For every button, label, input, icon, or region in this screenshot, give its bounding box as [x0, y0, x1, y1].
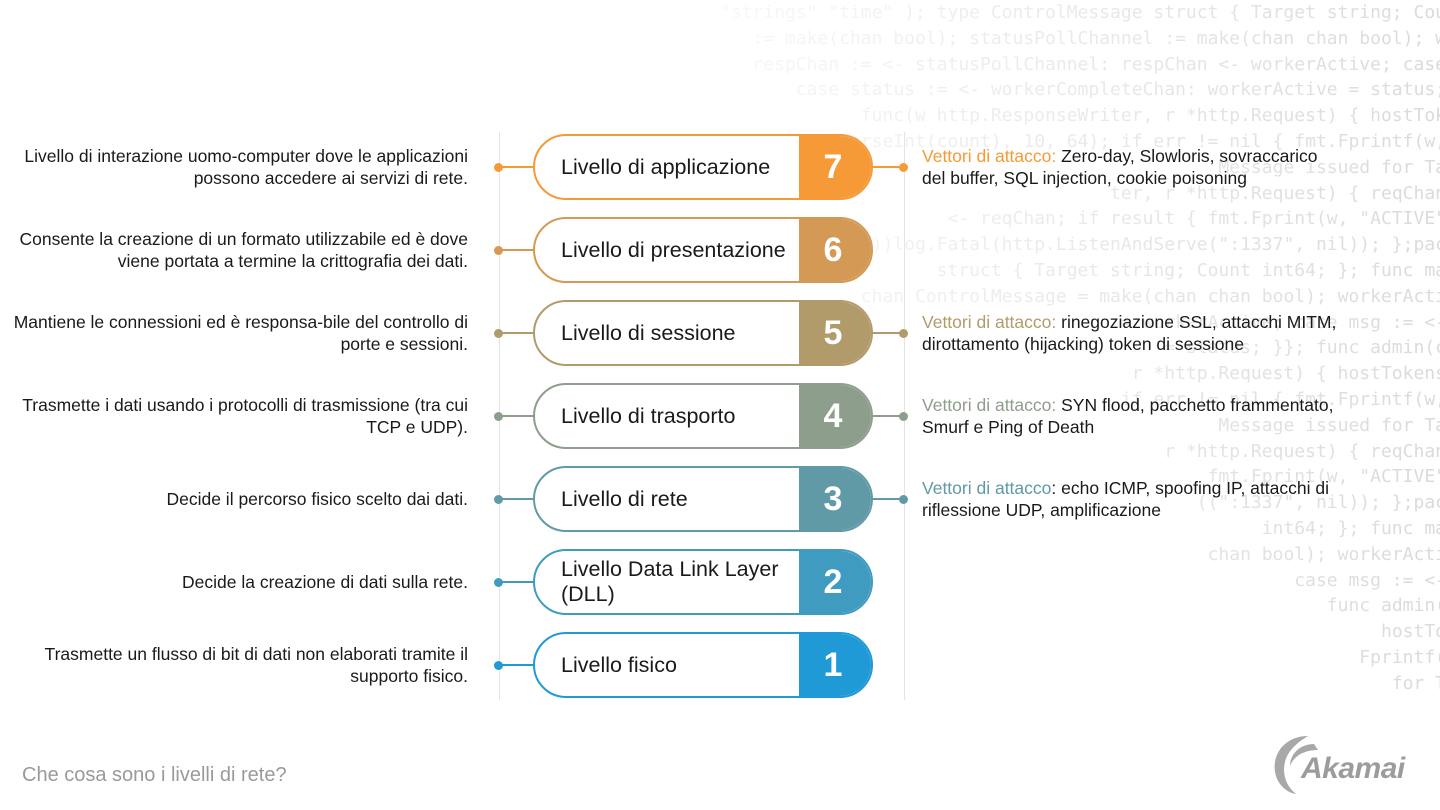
connector-line — [872, 415, 902, 417]
layer-name: Livello Data Link Layer (DLL) — [561, 557, 779, 606]
connector-dot-icon — [899, 328, 908, 338]
background-code-line: case status := <- workerCompleteChan: wo… — [719, 79, 1440, 101]
layer-pill[interactable]: Livello di rete 3 — [533, 466, 873, 532]
layer-name: Livello di applicazione — [561, 154, 771, 179]
layer-row-6: Consente la creazione di un formato util… — [0, 217, 1440, 283]
background-code-line: := make(chan bool); statusPollChannel :=… — [611, 27, 1440, 49]
layer-description: Livello di interazione uomo-computer dov… — [24, 146, 468, 188]
layer-row-5: Mantiene le connessioni ed è responsa-bi… — [0, 300, 1440, 366]
layer-number-badge: 2 — [799, 551, 871, 613]
connector-line — [872, 332, 902, 334]
layer-name: Livello di sessione — [561, 320, 736, 345]
connector-line — [499, 664, 535, 666]
layer-number-badge: 4 — [799, 385, 871, 447]
layer-row-3: Decide il percorso fisico scelto dai dat… — [0, 466, 1440, 532]
layer-name: Livello di trasporto — [561, 403, 736, 428]
layer-name: Livello di presentazione — [561, 237, 786, 262]
layer-pill[interactable]: Livello fisico 1 — [533, 632, 873, 698]
connector-dot-icon — [899, 162, 908, 172]
attack-vectors-label: Vettori di attacco: — [922, 395, 1057, 415]
layer-row-2: Decide la creazione di dati sulla rete. … — [0, 549, 1440, 615]
layer-pill[interactable]: Livello di applicazione 7 — [533, 134, 873, 200]
layer-description: Trasmette i dati usando i protocolli di … — [22, 395, 468, 437]
layer-number-badge: 7 — [799, 136, 871, 198]
connector-dot-icon — [899, 411, 908, 421]
akamai-logo-text: Akamai — [1301, 752, 1405, 785]
footer-title: Che cosa sono i livelli di rete? — [22, 764, 287, 786]
attack-vectors-label: Vettori di attacco: — [922, 146, 1057, 166]
connector-line — [499, 249, 535, 251]
attack-vectors: Vettori di attacco: SYN flood, pacchetto… — [922, 394, 1342, 438]
attack-vectors: Vettori di attacco: echo ICMP, spoofing … — [922, 477, 1342, 521]
connector-line — [499, 498, 535, 500]
akamai-logo: Akamai — [1268, 730, 1428, 796]
background-code-line: respChan := <- statusPollChannel: respCh… — [698, 53, 1440, 75]
layer-number-badge: 6 — [799, 219, 871, 281]
connector-line — [499, 332, 535, 334]
attack-vectors: Vettori di attacco: Zero-day, Slowloris,… — [922, 145, 1342, 189]
background-code-line: func(w http.ResponseWriter, r *http.Requ… — [806, 105, 1440, 127]
layer-pill[interactable]: Livello Data Link Layer (DLL) 2 — [533, 549, 873, 615]
layer-row-4: Trasmette i dati usando i protocolli di … — [0, 383, 1440, 449]
layer-row-1: Trasmette un flusso di bit di dati non e… — [0, 632, 1440, 698]
layer-description: Mantiene le connessioni ed è responsa-bi… — [13, 312, 468, 354]
attack-vectors: Vettori di attacco: rinegoziazione SSL, … — [922, 311, 1342, 355]
layer-number-badge: 5 — [799, 302, 871, 364]
layer-pill[interactable]: Livello di presentazione 6 — [533, 217, 873, 283]
connector-line — [499, 415, 535, 417]
attack-vectors-label: Vettori di attacco — [922, 478, 1052, 498]
layer-pill[interactable]: Livello di trasporto 4 — [533, 383, 873, 449]
connector-line — [872, 166, 902, 168]
layer-number-badge: 1 — [799, 634, 871, 696]
connector-dot-icon — [899, 494, 908, 504]
connector-line — [499, 166, 535, 168]
layer-number-badge: 3 — [799, 468, 871, 530]
layer-description: Trasmette un flusso di bit di dati non e… — [44, 644, 468, 686]
layer-name: Livello fisico — [561, 652, 677, 677]
background-code-line: "strings" "time" ); type ControlMessage … — [611, 2, 1440, 23]
connector-line — [499, 581, 535, 583]
layer-description: Consente la creazione di un formato util… — [19, 229, 468, 271]
layer-name: Livello di rete — [561, 486, 688, 511]
connector-line — [872, 498, 902, 500]
layer-description: Decide la creazione di dati sulla rete. — [182, 572, 468, 592]
attack-vectors-label: Vettori di attacco: — [922, 312, 1057, 332]
layer-pill[interactable]: Livello di sessione 5 — [533, 300, 873, 366]
layer-description: Decide il percorso fisico scelto dai dat… — [166, 489, 468, 509]
layer-row-7: Livello di interazione uomo-computer dov… — [0, 134, 1440, 200]
